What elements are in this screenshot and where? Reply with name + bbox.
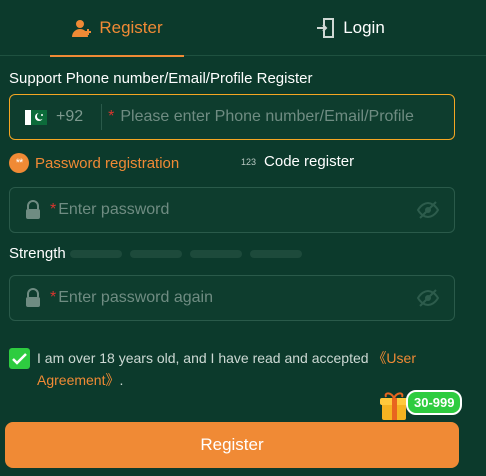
agreement-statement: I am over 18 years old, and I have read … xyxy=(37,350,373,366)
gift-icon[interactable] xyxy=(379,390,409,422)
add-user-icon xyxy=(71,17,93,39)
lock-icon xyxy=(24,200,42,220)
strength-bar xyxy=(190,250,242,258)
mode-password-registration[interactable]: ** Password registration xyxy=(9,153,179,173)
login-icon xyxy=(315,17,337,39)
phone-email-input[interactable] xyxy=(120,108,454,126)
agreement-row: I am over 18 years old, and I have read … xyxy=(9,347,469,391)
mode-code-register[interactable]: 123 Code register xyxy=(241,153,354,170)
lock-icon xyxy=(24,288,42,308)
tab-register[interactable]: Register xyxy=(50,0,184,57)
promo-badge[interactable]: 30-999 xyxy=(406,390,463,415)
password-field[interactable]: * xyxy=(9,187,455,233)
field-divider xyxy=(101,104,103,130)
register-submit-button[interactable]: Register xyxy=(5,422,459,468)
strength-bar xyxy=(70,250,122,258)
tab-login[interactable]: Login xyxy=(300,0,400,56)
mode-code-label: Code register xyxy=(264,153,355,170)
required-mark: * xyxy=(50,201,57,218)
eye-off-icon[interactable] xyxy=(416,200,440,220)
eye-off-icon[interactable] xyxy=(416,288,440,308)
agreement-suffix: . xyxy=(119,372,124,388)
country-code[interactable]: +92 xyxy=(56,108,83,126)
confirm-password-field[interactable]: * xyxy=(9,275,455,321)
tab-login-label: Login xyxy=(343,18,385,37)
confirm-password-input[interactable] xyxy=(58,289,416,307)
register-mode-switch: ** Password registration 123 Code regist… xyxy=(9,153,479,175)
password-dot-icon: ** xyxy=(9,153,29,173)
required-mark: * xyxy=(50,289,57,306)
pakistan-flag-icon[interactable] xyxy=(25,109,47,125)
code-number-icon: 123 xyxy=(241,156,257,167)
password-input[interactable] xyxy=(58,201,416,219)
strength-bar xyxy=(130,250,182,258)
auth-tabs: Register Login xyxy=(0,0,486,57)
agreement-checkbox[interactable] xyxy=(9,348,30,369)
agreement-text: I am over 18 years old, and I have read … xyxy=(37,347,469,391)
strength-meter xyxy=(70,250,302,258)
phone-field[interactable]: +92 * xyxy=(9,94,455,140)
tab-register-label: Register xyxy=(99,18,163,37)
register-section-title: Support Phone number/Email/Profile Regis… xyxy=(9,70,313,87)
strength-bar xyxy=(250,250,302,258)
mode-password-label: Password registration xyxy=(35,154,180,172)
strength-label: Strength xyxy=(9,245,66,262)
check-icon xyxy=(12,352,27,365)
required-mark: * xyxy=(108,108,115,125)
